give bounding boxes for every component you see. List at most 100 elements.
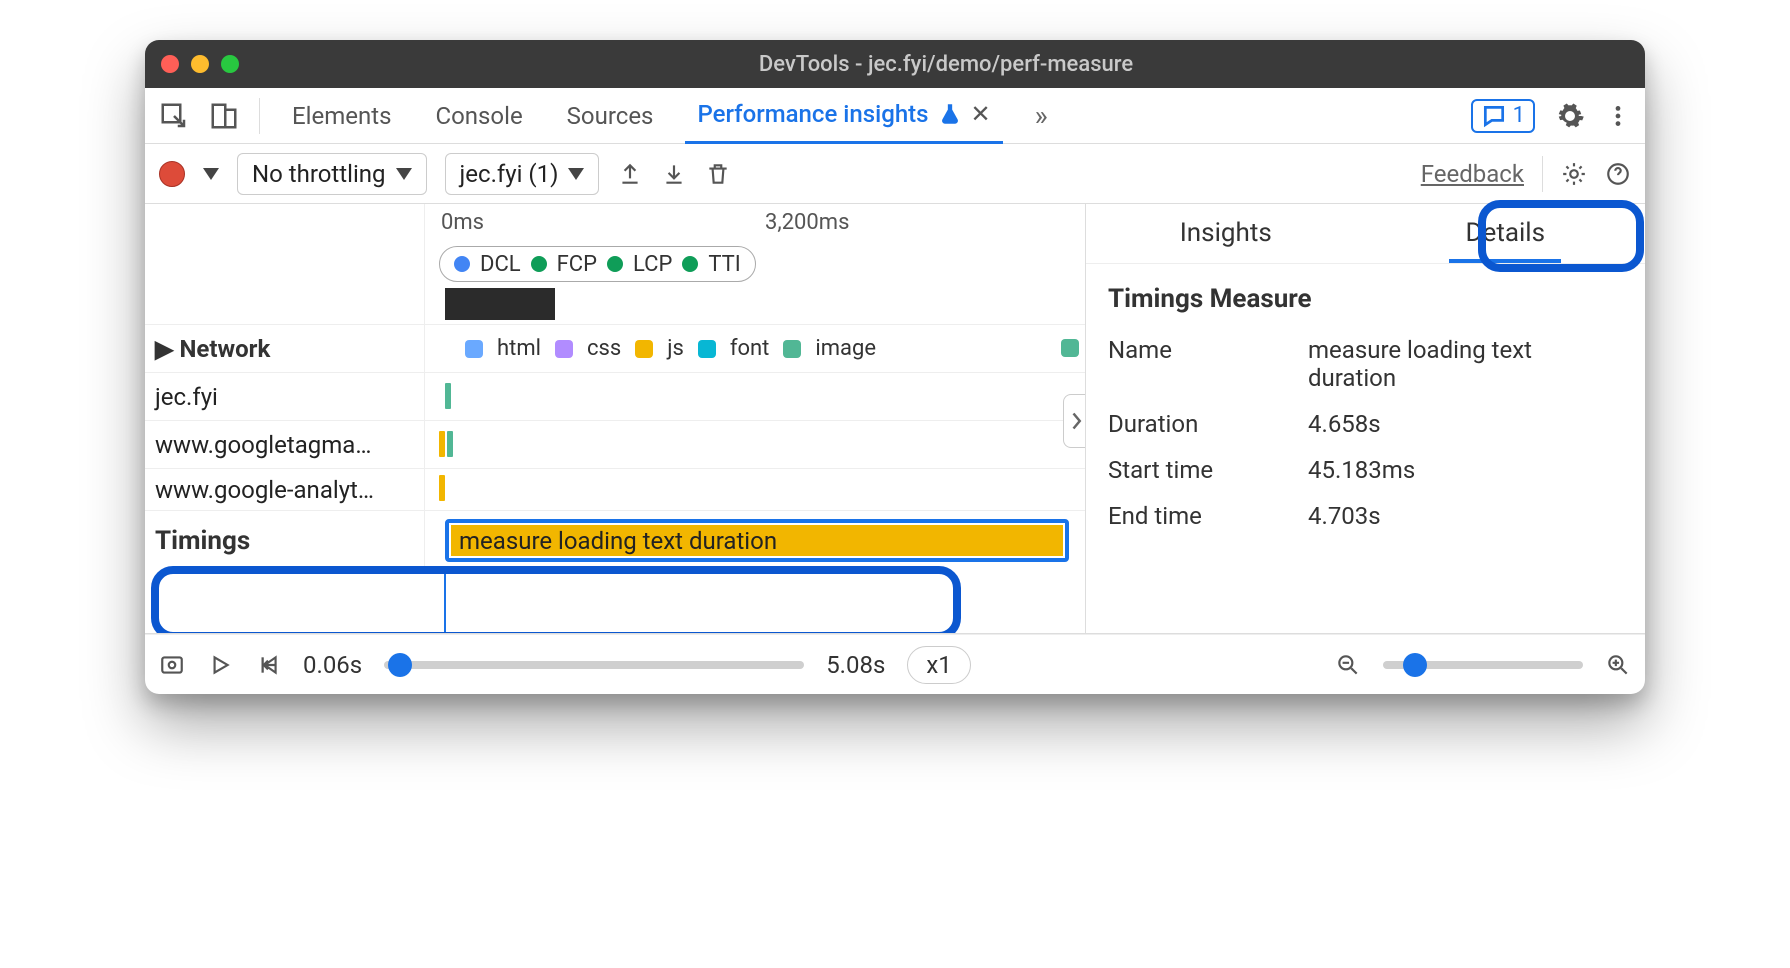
devtools-tabbar: Elements Console Sources Performance ins…	[145, 88, 1645, 144]
collapse-sidebar-handle[interactable]	[1063, 394, 1085, 448]
panel-settings-gear-icon[interactable]	[1561, 161, 1587, 187]
tab-insights[interactable]: Insights	[1086, 203, 1366, 263]
details-key: End time	[1108, 502, 1288, 530]
network-row-track	[425, 372, 1085, 420]
expand-triangle-icon: ▶	[155, 335, 173, 363]
details-value: 45.183ms	[1308, 456, 1623, 484]
request-bar[interactable]	[439, 431, 445, 457]
timeline-footer: 0.06s 5.08s x1	[145, 634, 1645, 694]
legend-swatch-icon	[555, 340, 573, 358]
go-to-start-icon[interactable]	[255, 652, 281, 678]
legend-label: html	[497, 336, 541, 361]
legend-overflow-icon	[1061, 339, 1079, 357]
feedback-link[interactable]: Feedback	[1421, 160, 1524, 188]
empty-cell	[145, 284, 425, 324]
empty-cell	[145, 204, 425, 244]
close-icon[interactable]	[161, 55, 179, 73]
device-toolbar-icon[interactable]	[209, 101, 239, 131]
tab-performance-insights-label: Performance insights	[697, 100, 928, 128]
traffic-lights	[161, 55, 239, 73]
marker-dot-icon	[682, 256, 698, 272]
request-bar[interactable]	[439, 475, 445, 501]
legend-label: js	[667, 336, 684, 361]
legend-swatch-icon	[635, 340, 653, 358]
network-row-track	[425, 420, 1085, 468]
time-slider[interactable]	[384, 661, 804, 669]
toggle-visibility-icon[interactable]	[159, 652, 185, 678]
legend-label: image	[815, 336, 876, 361]
play-icon[interactable]	[207, 652, 233, 678]
markers-row: DCL FCP LCP TTI	[425, 244, 1085, 284]
slider-thumb-icon[interactable]	[1403, 653, 1427, 677]
zoom-in-icon[interactable]	[1605, 652, 1631, 678]
legend-label: css	[587, 336, 621, 361]
issues-count: 1	[1513, 103, 1525, 128]
marker-dot-icon	[531, 256, 547, 272]
legend-swatch-icon	[698, 340, 716, 358]
marker-dot-icon	[607, 256, 623, 272]
playback-speed[interactable]: x1	[907, 646, 970, 684]
record-menu-caret-icon[interactable]	[203, 168, 219, 180]
details-sidebar: Insights Details Timings Measure Namemea…	[1085, 204, 1645, 633]
legend-swatch-icon	[465, 340, 483, 358]
divider	[1542, 156, 1543, 192]
marker-dcl: DCL	[480, 252, 521, 277]
minimize-icon[interactable]	[191, 55, 209, 73]
request-bar[interactable]	[447, 431, 453, 457]
network-row-label: jec.fyi	[155, 383, 218, 411]
import-icon[interactable]	[661, 161, 687, 187]
recording-value: jec.fyi (1)	[460, 160, 559, 188]
help-icon[interactable]	[1605, 161, 1631, 187]
network-row[interactable]: www.google-analyt…	[145, 468, 425, 510]
trace-block[interactable]	[445, 288, 555, 320]
details-value: measure loading text duration	[1308, 336, 1623, 392]
timing-measure-bar[interactable]: measure loading text duration	[451, 525, 1063, 556]
maximize-icon[interactable]	[221, 55, 239, 73]
title-bar: DevTools - jec.fyi/demo/perf-measure	[145, 40, 1645, 88]
tab-elements[interactable]: Elements	[280, 88, 403, 144]
issues-button[interactable]: 1	[1471, 99, 1535, 133]
tab-performance-insights[interactable]: Performance insights ✕	[685, 88, 1002, 144]
marker-dot-icon	[454, 256, 470, 272]
request-bar[interactable]	[445, 383, 451, 409]
flask-icon	[937, 101, 963, 127]
details-heading: Timings Measure	[1108, 284, 1623, 314]
network-row-label: www.google-analyt…	[155, 476, 374, 504]
zoom-out-icon[interactable]	[1335, 652, 1361, 678]
main-trace-row	[425, 284, 1085, 324]
network-legend-row: html css js font image	[425, 324, 1085, 372]
tab-console[interactable]: Console	[423, 88, 534, 144]
divider	[259, 98, 260, 134]
marker-tti: TTI	[708, 252, 740, 277]
delete-icon[interactable]	[705, 161, 731, 187]
more-tabs-button[interactable]: »	[1023, 88, 1060, 144]
tab-sources[interactable]: Sources	[555, 88, 666, 144]
close-tab-icon[interactable]: ✕	[971, 100, 991, 128]
time-ruler[interactable]: 0ms 3,200ms	[425, 204, 1085, 244]
details-key: Name	[1108, 336, 1288, 392]
inspect-icon[interactable]	[159, 101, 189, 131]
tick-label: 0ms	[441, 210, 484, 235]
timing-measure-selected[interactable]: measure loading text duration	[445, 519, 1069, 562]
legend-label: font	[730, 336, 770, 361]
kebab-menu-icon[interactable]	[1605, 103, 1631, 129]
marker-fcp: FCP	[557, 252, 597, 277]
legend-swatch-icon	[783, 340, 801, 358]
recording-select[interactable]: jec.fyi (1)	[445, 153, 600, 195]
timeline-panel[interactable]: 0ms 3,200ms DCL FCP LCP TTI	[145, 204, 1085, 633]
settings-gear-icon[interactable]	[1555, 101, 1585, 131]
devtools-window: DevTools - jec.fyi/demo/perf-measure Ele…	[145, 40, 1645, 694]
tab-details[interactable]: Details	[1366, 203, 1646, 263]
network-row[interactable]: www.googletagma…	[145, 420, 425, 468]
timings-section-header[interactable]: Timings	[145, 510, 425, 570]
record-button[interactable]	[159, 161, 185, 187]
zoom-slider[interactable]	[1383, 661, 1583, 669]
slider-thumb-icon[interactable]	[388, 653, 412, 677]
network-section-header[interactable]: ▶ Network	[145, 324, 425, 372]
network-row[interactable]: jec.fyi	[145, 372, 425, 420]
throttling-select[interactable]: No throttling	[237, 153, 427, 195]
export-icon[interactable]	[617, 161, 643, 187]
chevron-down-icon	[568, 168, 584, 180]
chevron-down-icon	[396, 168, 412, 180]
timings-section-label: Timings	[155, 526, 250, 556]
